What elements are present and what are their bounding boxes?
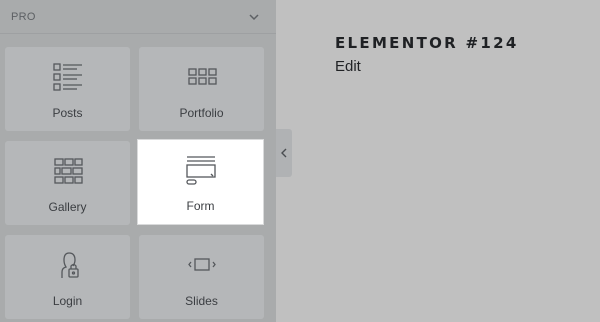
gallery-grid-icon xyxy=(53,158,83,184)
slides-icon xyxy=(187,258,216,271)
widget-panel: PRO Posts Portfolio Gallery Form Login S… xyxy=(0,0,276,322)
widget-portfolio[interactable]: Portfolio xyxy=(139,47,264,131)
widget-slides[interactable]: Slides xyxy=(139,235,264,319)
widget-gallery[interactable]: Gallery xyxy=(5,141,130,225)
widget-login[interactable]: Login xyxy=(5,235,130,319)
widget-label-form: Form xyxy=(186,199,215,213)
widget-label-slides: Slides xyxy=(185,294,218,308)
pro-section-header[interactable]: PRO xyxy=(0,0,276,34)
section-title: PRO xyxy=(11,10,36,23)
widget-label-posts: Posts xyxy=(52,106,83,120)
login-user-icon xyxy=(60,252,79,278)
portfolio-grid-icon xyxy=(187,68,217,85)
form-icon xyxy=(185,156,216,185)
widget-form[interactable]: Form xyxy=(138,140,263,224)
widget-label-gallery: Gallery xyxy=(48,200,87,214)
chevron-down-icon[interactable] xyxy=(248,11,260,23)
edit-link[interactable]: Edit xyxy=(335,58,361,75)
panel-toggle-button[interactable] xyxy=(276,129,292,177)
widget-posts[interactable]: Posts xyxy=(5,47,130,131)
chevron-left-icon xyxy=(281,148,287,158)
posts-list-icon xyxy=(52,63,82,91)
widget-label-login: Login xyxy=(52,294,83,308)
page-title: ELEMENTOR #124 xyxy=(335,34,519,52)
widget-label-portfolio: Portfolio xyxy=(179,106,224,120)
